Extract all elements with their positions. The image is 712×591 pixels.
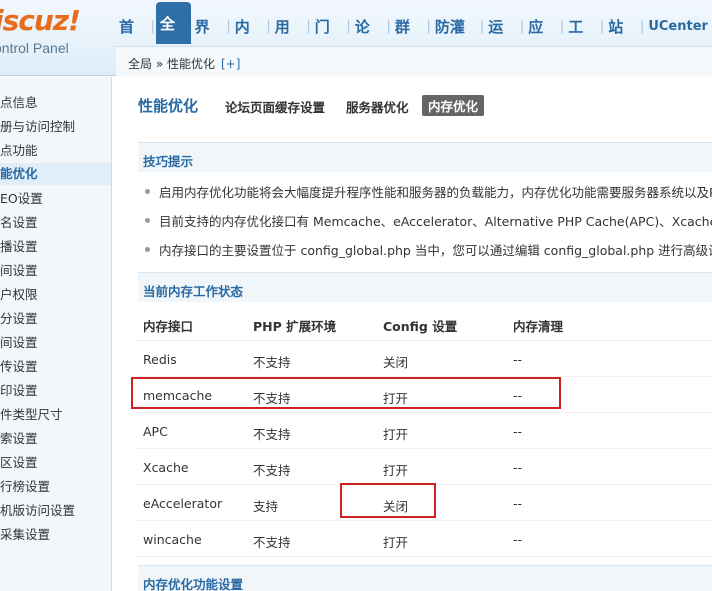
config-status: 打开	[383, 535, 409, 550]
sidebar-item-search[interactable]: 索设置	[0, 428, 38, 450]
tip-text: 内存接口的主要设置位于 config_global.php 当中，您可以通过编辑…	[159, 243, 712, 258]
column-header: 内存接口	[143, 319, 194, 334]
nav-portal[interactable]: 门户	[312, 8, 345, 74]
tips-header: 技巧提示	[138, 142, 712, 172]
bullet-icon	[145, 218, 150, 223]
sidebar-item-mobile-access[interactable]: 机版访问设置	[0, 500, 75, 522]
memory-clear: --	[513, 532, 523, 547]
memory-status-header: 当前内存工作状态	[138, 272, 712, 302]
php-extension-status: 不支持	[253, 463, 291, 478]
config-status: 打开	[383, 427, 409, 442]
table-header-row: 内存接口 PHP 扩展环境 Config 设置 内存清理	[138, 305, 712, 341]
logo-text: iscuz!	[0, 4, 81, 37]
column-header: 内存清理	[513, 319, 564, 334]
nav-admin[interactable]: 站长	[605, 8, 638, 74]
tip-item: 启用内存优化功能将会大幅度提升程序性能和服务器的负载能力，内存优化功能需要服务器…	[145, 182, 712, 201]
nav-tools[interactable]: 工具	[565, 8, 598, 74]
sidebar-item-region[interactable]: 区设置	[0, 452, 38, 474]
nav-antispam[interactable]: 防灌水	[432, 8, 478, 74]
table-row: APC 不支持 打开 --	[138, 413, 712, 449]
highlight-box-eaccelerator-config	[340, 483, 436, 518]
php-extension-status: 不支持	[253, 355, 291, 370]
column-header: PHP 扩展环境	[253, 319, 337, 334]
top-nav: 首页 | 全局 界面 | 内容 | 用户 | 门户 | 论坛 | 群组 | 防灌…	[116, 0, 712, 77]
sidebar-item-user-permissions[interactable]: 户权限	[0, 284, 38, 306]
tip-text: 启用内存优化功能将会大幅度提升程序性能和服务器的负载能力，内存优化功能需要服务器…	[159, 185, 712, 200]
table-row: wincache 不支持 打开 --	[138, 521, 712, 557]
tips-header-label: 技巧提示	[143, 154, 194, 169]
table-row: Redis 不支持 关闭 --	[138, 341, 712, 377]
logo-subtitle: ontrol Panel	[0, 40, 69, 56]
sidebar-item-register-access[interactable]: 册与访问控制	[0, 116, 75, 138]
interface-name: wincache	[143, 532, 202, 547]
nav-global[interactable]: 全局	[156, 2, 191, 77]
main-content: 性能优化 论坛页面缓存设置 服务器优化 内存优化 技巧提示 启用内存优化功能将会…	[113, 77, 712, 591]
sidebar-item-performance[interactable]: 能优化	[0, 163, 111, 185]
memory-settings-header-label: 内存优化功能设置	[143, 577, 244, 591]
sidebar-item-credits[interactable]: 分设置	[0, 308, 38, 330]
breadcrumb: 全局 » 性能优化 [+]	[128, 55, 240, 72]
sidebar-item-collection[interactable]: 采集设置	[0, 524, 50, 546]
nav-home[interactable]: 首页	[116, 8, 149, 74]
sidebar-item-attachment-types[interactable]: 件类型尺寸	[0, 404, 63, 426]
config-status: 打开	[383, 463, 409, 478]
sidebar-item-ranking[interactable]: 行榜设置	[0, 476, 50, 498]
php-extension-status: 支持	[253, 499, 279, 514]
tab-page-cache[interactable]: 论坛页面缓存设置	[225, 97, 325, 116]
tip-item: 内存接口的主要设置位于 config_global.php 当中，您可以通过编辑…	[145, 240, 712, 259]
nav-group[interactable]: 群组	[392, 8, 425, 74]
nav-style[interactable]: 界面	[192, 8, 225, 74]
sidebar: 点信息 册与访问控制 点功能 能优化 EO设置 名设置 播设置 间设置 户权限 …	[0, 77, 112, 591]
interface-name: eAccelerator	[143, 496, 223, 511]
sidebar-item-site-features[interactable]: 点功能	[0, 140, 38, 162]
tab-server-optimization[interactable]: 服务器优化	[346, 97, 409, 116]
sidebar-item-domain[interactable]: 名设置	[0, 212, 38, 234]
interface-name: Xcache	[143, 460, 189, 475]
page-title: 性能优化	[138, 97, 199, 115]
sidebar-item-watermark[interactable]: 印设置	[0, 380, 38, 402]
nav-user[interactable]: 用户	[272, 8, 305, 74]
discuz-logo[interactable]: iscuz! ontrol Panel	[0, 4, 112, 70]
add-shortcut-button[interactable]: [+]	[221, 57, 240, 71]
column-header: Config 设置	[383, 319, 458, 334]
sidebar-item-space[interactable]: 间设置	[0, 260, 38, 282]
memory-clear: --	[513, 460, 523, 475]
sidebar-item-broadcast[interactable]: 播设置	[0, 236, 38, 258]
tip-item: 目前支持的内存优化接口有 Memcache、eAccelerator、Alter…	[145, 211, 712, 230]
tab-memory-optimization[interactable]: 内存优化	[422, 95, 485, 116]
bullet-icon	[145, 247, 150, 252]
memory-clear: --	[513, 424, 523, 439]
nav-forum[interactable]: 论坛	[352, 8, 385, 74]
php-extension-status: 不支持	[253, 535, 291, 550]
breadcrumb-bar: 全局 » 性能优化 [+]	[116, 46, 712, 76]
nav-ucenter[interactable]: UCenter	[645, 8, 711, 44]
bullet-icon	[145, 189, 150, 194]
memory-clear: --	[513, 496, 523, 511]
nav-operation[interactable]: 运营	[485, 8, 518, 74]
sidebar-item-seo[interactable]: EO设置	[0, 188, 43, 210]
sidebar-item-site-info[interactable]: 点信息	[0, 92, 38, 114]
memory-settings-header: 内存优化功能设置	[138, 565, 712, 591]
breadcrumb-text: 全局 » 性能优化	[128, 57, 215, 71]
memory-status-header-label: 当前内存工作状态	[143, 284, 244, 299]
memory-clear: --	[513, 352, 523, 367]
sidebar-item-upload[interactable]: 传设置	[0, 356, 38, 378]
php-extension-status: 不支持	[253, 427, 291, 442]
sidebar-item-time[interactable]: 间设置	[0, 332, 38, 354]
table-row: Xcache 不支持 打开 --	[138, 449, 712, 485]
config-status: 关闭	[383, 355, 409, 370]
interface-name: Redis	[143, 352, 177, 367]
nav-content[interactable]: 内容	[232, 8, 265, 74]
tip-text: 目前支持的内存优化接口有 Memcache、eAccelerator、Alter…	[159, 214, 712, 229]
highlight-box-memcache	[131, 377, 561, 409]
nav-apps[interactable]: 应用	[525, 8, 558, 74]
top-header: iscuz! ontrol Panel 首页 | 全局 界面 | 内容 | 用户…	[0, 0, 712, 77]
interface-name: APC	[143, 424, 168, 439]
